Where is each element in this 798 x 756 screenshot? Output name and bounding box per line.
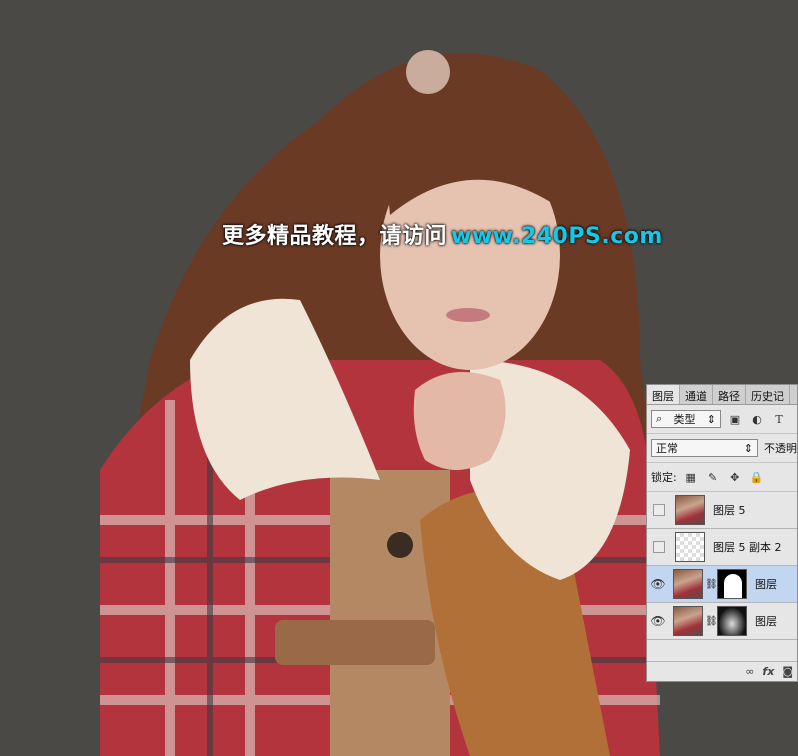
filter-row: ⌕ 类型 ⇕ ▣ ◐ T xyxy=(647,405,797,434)
adjustment-filter-icon[interactable]: ◐ xyxy=(749,412,765,426)
stepper-icon: ⇕ xyxy=(743,441,753,455)
layer-thumbnail xyxy=(673,606,703,636)
lock-paint-brush-icon[interactable]: ✎ xyxy=(705,470,721,484)
lock-row: 锁定: ▦ ✎ ✥ 🔒 xyxy=(647,463,797,492)
stepper-icon: ⇕ xyxy=(706,412,716,426)
layer-mask-thumbnail[interactable] xyxy=(717,569,747,599)
fx-icon[interactable]: fx xyxy=(762,665,774,678)
lock-all-icon[interactable]: 🔒 xyxy=(749,470,765,484)
blend-mode-select[interactable]: 正常 ⇕ xyxy=(651,439,758,457)
link-icon[interactable]: ∞ xyxy=(745,665,754,678)
layer-thumbnail xyxy=(673,569,703,599)
filter-kind-label: 类型 xyxy=(673,413,696,426)
layer-name[interactable]: 图层 xyxy=(755,576,777,592)
layers-panel: 图层 通道 路径 历史记 ⌕ 类型 ⇕ ▣ ◐ T 正常 ⇕ 不透明 锁定: ▦… xyxy=(646,384,798,682)
opacity-label: 不透明 xyxy=(764,442,797,455)
eye-icon[interactable]: 👁 xyxy=(647,577,669,591)
blend-row: 正常 ⇕ 不透明 xyxy=(647,434,797,463)
watermark-url: www.240PS.com xyxy=(451,224,663,249)
layer-row-selected[interactable]: 👁 ⛓ 图层 xyxy=(647,566,797,603)
blend-mode-value: 正常 xyxy=(656,442,678,455)
lock-position-icon[interactable]: ✥ xyxy=(727,470,743,484)
image-filter-icon[interactable]: ▣ xyxy=(727,412,743,426)
watermark-text: 更多精品教程，请访问 xyxy=(222,224,448,249)
tab-history[interactable]: 历史记 xyxy=(746,385,790,404)
lock-transparent-icon[interactable]: ▦ xyxy=(683,470,699,484)
watermark: 更多精品教程，请访问 www.240PS.com xyxy=(222,218,663,250)
search-icon: ⌕ xyxy=(656,412,663,425)
visibility-toggle[interactable] xyxy=(653,541,665,553)
mask-icon[interactable]: ◙ xyxy=(782,665,793,678)
filter-kind-select[interactable]: ⌕ 类型 ⇕ xyxy=(651,410,721,428)
visibility-toggle[interactable] xyxy=(653,504,665,516)
lock-label: 锁定: xyxy=(651,471,677,484)
chain-link-icon[interactable]: ⛓ xyxy=(705,579,718,590)
eye-icon[interactable]: 👁 xyxy=(647,614,669,628)
tab-paths[interactable]: 路径 xyxy=(713,385,746,404)
panel-footer: ∞ fx ◙ xyxy=(647,661,797,681)
layer-name[interactable]: 图层 xyxy=(755,613,777,629)
layer-name[interactable]: 图层 5 副本 2 xyxy=(713,539,782,555)
layer-thumbnail xyxy=(675,495,705,525)
type-filter-icon[interactable]: T xyxy=(771,412,787,426)
panel-tabs: 图层 通道 路径 历史记 xyxy=(647,385,797,405)
chain-link-icon[interactable]: ⛓ xyxy=(705,616,718,627)
layer-row[interactable]: 👁 ⛓ 图层 xyxy=(647,603,797,640)
layer-row[interactable]: 图层 5 xyxy=(647,492,797,529)
layer-name[interactable]: 图层 5 xyxy=(713,502,746,518)
layer-thumbnail xyxy=(675,532,705,562)
tab-layers[interactable]: 图层 xyxy=(647,385,680,404)
layer-mask-thumbnail[interactable] xyxy=(717,606,747,636)
layer-row[interactable]: 图层 5 副本 2 xyxy=(647,529,797,566)
tab-channels[interactable]: 通道 xyxy=(680,385,713,404)
